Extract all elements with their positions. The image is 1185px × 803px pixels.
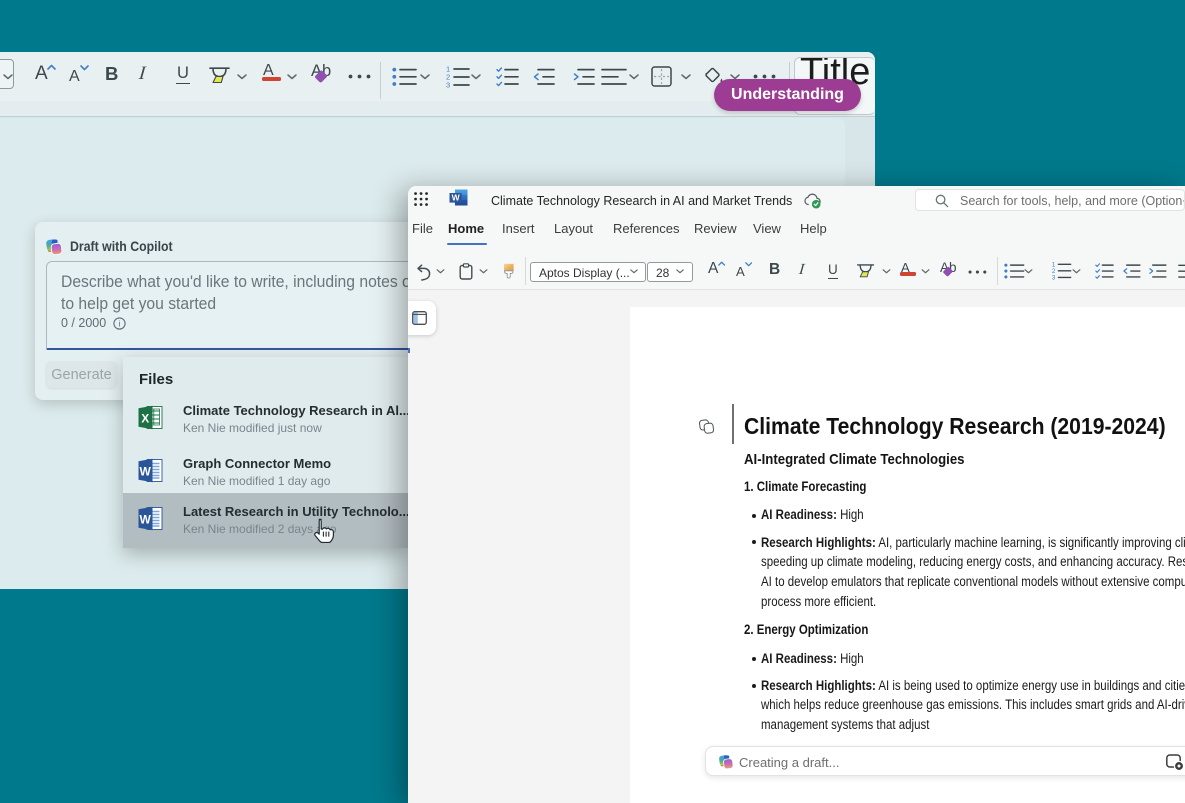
svg-text:3: 3: [446, 80, 450, 88]
svg-text:i: i: [119, 318, 121, 328]
svg-text:W: W: [140, 512, 152, 526]
svg-text:3: 3: [1052, 274, 1056, 279]
svg-text:X: X: [141, 411, 149, 425]
svg-text:W: W: [452, 193, 461, 203]
svg-text:W: W: [140, 464, 152, 478]
